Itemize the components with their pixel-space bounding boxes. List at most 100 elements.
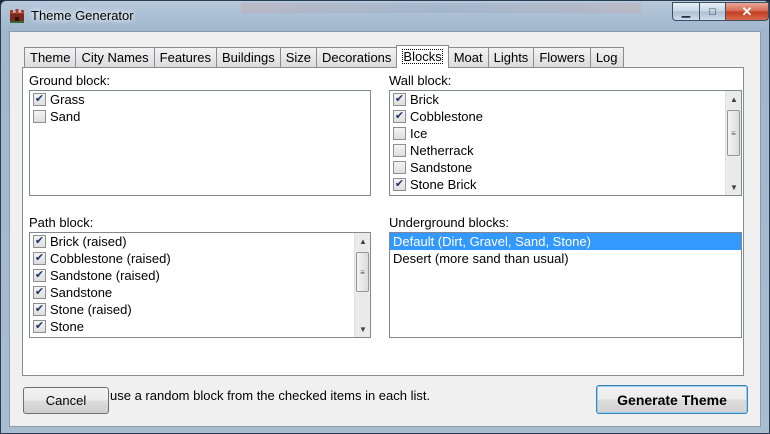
window-title: Theme Generator (31, 8, 134, 23)
checkmark-icon: ✔ (34, 320, 45, 332)
scroll-up-icon[interactable]: ▲ (355, 233, 370, 249)
tab-label: Lights (493, 50, 529, 65)
tab-theme[interactable]: Theme (24, 47, 77, 67)
tab-decorations[interactable]: Decorations (316, 47, 398, 67)
list-item[interactable]: ✔ Stone Brick (390, 176, 741, 193)
checkbox[interactable]: ✔ (33, 303, 46, 316)
scroll-thumb[interactable]: ≡ (727, 110, 740, 156)
list-item[interactable]: Netherrack (390, 142, 741, 159)
title-bar[interactable]: Theme Generator ▁ □ ✕ (1, 1, 769, 31)
minimize-icon: ▁ (681, 6, 691, 18)
checkbox[interactable]: ✔ (393, 93, 406, 106)
checkbox[interactable] (393, 161, 406, 174)
tab-label: City Names (81, 50, 149, 65)
scroll-down-icon[interactable]: ▼ (726, 179, 741, 195)
tab-buildings[interactable]: Buildings (215, 47, 281, 67)
checkbox[interactable]: ✔ (33, 320, 46, 333)
tab-moat[interactable]: Moat (447, 47, 489, 67)
list-item-label: Sandstone (410, 160, 473, 175)
checkbox[interactable]: ✔ (33, 93, 46, 106)
wall-block-list[interactable]: ✔ Brick ✔ Cobblestone Ice Netherrack Sandstone… (389, 90, 742, 196)
cancel-button[interactable]: Cancel (23, 387, 109, 414)
minimize-button[interactable]: ▁ (672, 2, 700, 21)
list-item[interactable]: Ice (390, 125, 741, 142)
checkmark-icon: ✔ (394, 110, 405, 122)
checkbox[interactable] (393, 127, 406, 140)
list-item-label: Brick (raised) (50, 234, 127, 249)
ground-block-list[interactable]: ✔ Grass Sand (29, 90, 371, 196)
tab-label: Blocks (402, 49, 443, 64)
tab-city-names[interactable]: City Names (75, 47, 155, 67)
underground-blocks-list[interactable]: Default (Dirt, Gravel, Sand, Stone) Deser… (389, 232, 742, 338)
list-item[interactable]: ✔ Stone (30, 318, 370, 335)
path-block-list[interactable]: ✔ Brick (raised) ✔ Cobblestone (raised) ✔ San… (29, 232, 371, 338)
list-item[interactable]: Desert (more sand than usual) (390, 250, 741, 267)
maximize-button[interactable]: □ (699, 2, 726, 21)
list-item[interactable]: Default (Dirt, Gravel, Sand, Stone) (390, 233, 741, 250)
list-item-label: Stone (50, 319, 84, 334)
tab-blocks[interactable]: Blocks (396, 45, 449, 68)
checkmark-icon: ✔ (34, 93, 45, 105)
grip-icon: ≡ (731, 128, 736, 138)
tab-label: Buildings (221, 50, 275, 65)
list-item[interactable]: ✔ Stone (raised) (30, 301, 370, 318)
checkbox[interactable]: ✔ (33, 269, 46, 282)
tab-log[interactable]: Log (589, 47, 624, 67)
tab-strip: Theme City Names Features Buildings Size Deco… (24, 45, 624, 68)
castle-icon (10, 9, 24, 23)
tab-features[interactable]: Features (153, 47, 217, 67)
list-item[interactable]: ✔ Sandstone (30, 284, 370, 301)
list-item[interactable]: ✔ Brick (raised) (30, 233, 370, 250)
tab-size[interactable]: Size (279, 47, 318, 67)
list-item[interactable]: ✔ Brick (390, 91, 741, 108)
checkbox[interactable]: ✔ (393, 110, 406, 123)
checkbox[interactable]: ✔ (33, 286, 46, 299)
list-item-label: Ice (410, 126, 428, 141)
tab-lights[interactable]: Lights (487, 47, 535, 67)
checkmark-icon: ✔ (34, 303, 45, 315)
checkmark-icon: ✔ (394, 93, 405, 105)
list-item-label: Brick (410, 92, 439, 107)
list-item[interactable]: ✔ Cobblestone (raised) (30, 250, 370, 267)
checkmark-icon: ✔ (394, 178, 405, 190)
underground-blocks-label: Underground blocks: (389, 215, 509, 230)
checkbox[interactable] (393, 144, 406, 157)
wall-block-label: Wall block: (389, 73, 452, 88)
list-item-label: Cobblestone (410, 109, 483, 124)
tab-flowers[interactable]: Flowers (533, 47, 591, 67)
list-item[interactable]: Sand (30, 108, 370, 125)
wall-block-scrollbar[interactable]: ▲ ≡ ▼ (725, 91, 741, 195)
checkmark-icon: ✔ (34, 235, 45, 247)
list-item[interactable]: ✔ Cobblestone (390, 108, 741, 125)
generate-theme-button[interactable]: Generate Theme (596, 385, 748, 414)
tab-label: Decorations (322, 50, 392, 65)
tab-label: Size (285, 50, 312, 65)
theme-generator-window: Theme Generator ▁ □ ✕ Theme City Names Fea… (0, 0, 770, 434)
path-block-label: Path block: (29, 215, 94, 230)
scroll-thumb[interactable]: ≡ (356, 252, 369, 292)
scroll-down-icon[interactable]: ▼ (355, 321, 370, 337)
list-item-label: Sandstone (50, 285, 113, 300)
tab-label: Moat (453, 50, 483, 65)
tab-label: Log (595, 50, 618, 65)
checkmark-icon: ✔ (34, 252, 45, 264)
background-blur (241, 3, 641, 13)
list-item-label: Netherrack (410, 143, 474, 158)
list-item[interactable]: ✔ Grass (30, 91, 370, 108)
close-button[interactable]: ✕ (725, 2, 769, 21)
client-area: Theme City Names Features Buildings Size Deco… (9, 31, 761, 427)
checkbox[interactable]: ✔ (33, 235, 46, 248)
close-icon: ✕ (741, 3, 753, 19)
path-block-scrollbar[interactable]: ▲ ≡ ▼ (354, 233, 370, 337)
scroll-up-icon[interactable]: ▲ (726, 91, 741, 107)
checkbox[interactable]: ✔ (33, 252, 46, 265)
list-item-label: Sandstone (raised) (50, 268, 160, 283)
list-item-label: Stone Brick (410, 177, 477, 192)
tab-label: Flowers (539, 50, 585, 65)
checkbox[interactable]: ✔ (393, 178, 406, 191)
list-item[interactable]: ✔ Sandstone (raised) (30, 267, 370, 284)
list-item-label: Stone (raised) (50, 302, 132, 317)
checkbox[interactable] (33, 110, 46, 123)
list-item[interactable]: Sandstone (390, 159, 741, 176)
blocks-panel: Ground block: ✔ Grass Sand Wall block: ✔ Br… (22, 67, 744, 376)
